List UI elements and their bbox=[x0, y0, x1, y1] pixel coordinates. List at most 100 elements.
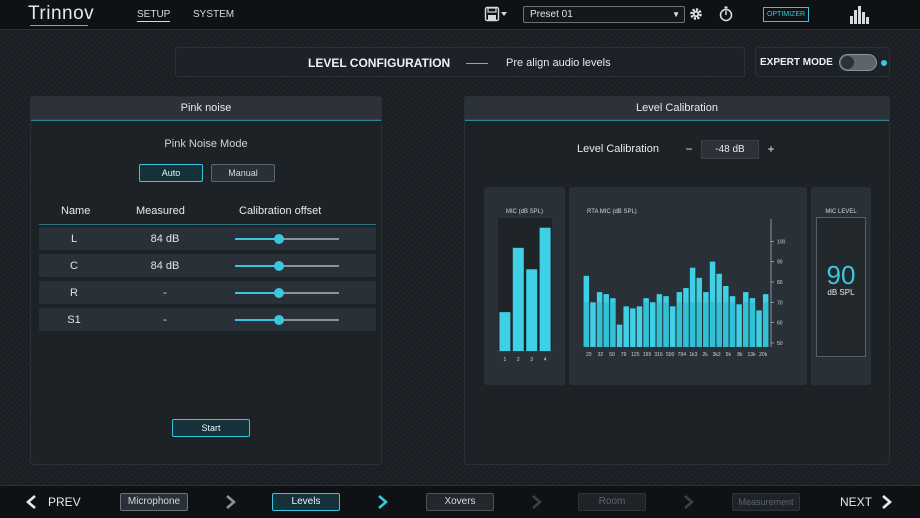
rta-bar-base bbox=[656, 302, 663, 347]
trinnov-logo: Trinnov bbox=[28, 3, 95, 24]
preset-value: Preset 01 bbox=[530, 9, 573, 20]
increase-button[interactable]: + bbox=[763, 141, 779, 159]
chevron-left-icon[interactable] bbox=[24, 494, 40, 510]
rta-x-tick-label: 79 bbox=[621, 352, 627, 358]
measured-value: - bbox=[163, 287, 167, 299]
mic-level-title: MIC LEVEL bbox=[825, 209, 857, 215]
rta-x-tick-label: 500 bbox=[666, 352, 675, 358]
mic-chart-title: MIC (dB SPL) bbox=[505, 209, 543, 215]
step-levels[interactable]: Levels bbox=[272, 493, 340, 511]
stopwatch-icon[interactable] bbox=[718, 6, 734, 22]
optimizer-button[interactable]: OPTIMIZER bbox=[763, 7, 809, 22]
pink-noise-title: Pink noise bbox=[31, 97, 381, 120]
rta-y-tick-label: 70 bbox=[777, 300, 783, 306]
rta-x-tick-label: 13k bbox=[748, 352, 757, 358]
expert-mode-toggle[interactable] bbox=[839, 54, 877, 71]
channel-name: R bbox=[70, 287, 78, 299]
save-dropdown-icon[interactable] bbox=[501, 12, 507, 17]
mic-bar bbox=[539, 227, 551, 351]
top-bar: Trinnov SETUP SYSTEM Preset 01 ▼ OPTIMIZ… bbox=[0, 0, 920, 30]
mic-tick-label: 2 bbox=[517, 357, 520, 363]
mic-level-value: 90 bbox=[826, 260, 856, 290]
expert-mode-indicator bbox=[881, 60, 887, 66]
bottom-bar: PREV Microphone Levels Xovers Room Measu… bbox=[0, 485, 920, 518]
rta-x-tick-label: 3k2 bbox=[713, 352, 721, 358]
rta-bar bbox=[630, 308, 636, 347]
rta-y-tick-label: 60 bbox=[777, 321, 783, 327]
slider-thumb[interactable] bbox=[273, 234, 284, 244]
preset-select[interactable]: Preset 01 ▼ bbox=[523, 6, 685, 23]
prev-button[interactable]: PREV bbox=[48, 495, 81, 509]
rta-bar bbox=[756, 310, 762, 347]
rta-bar-base bbox=[696, 302, 702, 347]
level-calibration-title: Level Calibration bbox=[465, 97, 889, 120]
calibration-offset-slider[interactable] bbox=[235, 315, 339, 325]
column-header-name: Name bbox=[61, 205, 91, 217]
rta-bar-base bbox=[596, 302, 603, 347]
calibration-offset-slider[interactable] bbox=[235, 234, 339, 244]
rta-bar bbox=[650, 302, 656, 347]
nav-system[interactable]: SYSTEM bbox=[193, 9, 234, 20]
slider-thumb[interactable] bbox=[273, 315, 284, 325]
rta-bar-base bbox=[663, 302, 669, 347]
rta-bar-base bbox=[762, 302, 769, 347]
calibration-value-field[interactable]: -48 dB bbox=[701, 140, 759, 159]
rta-bar bbox=[736, 304, 742, 347]
rta-x-tick-label: 125 bbox=[631, 352, 640, 358]
level-configuration-bar: LEVEL CONFIGURATION Pre align audio leve… bbox=[175, 47, 745, 77]
chevron-right-icon bbox=[684, 495, 694, 509]
rta-bar-base bbox=[703, 302, 709, 347]
rta-bar-base bbox=[643, 302, 649, 347]
chevron-right-icon bbox=[226, 495, 236, 509]
bar-meter-icon[interactable] bbox=[849, 5, 869, 24]
panel-head-accent bbox=[465, 120, 889, 121]
column-header-offset: Calibration offset bbox=[239, 205, 322, 217]
rta-x-tick-label: 32 bbox=[598, 352, 604, 358]
gear-icon[interactable] bbox=[688, 6, 704, 22]
calibration-offset-slider[interactable] bbox=[235, 288, 339, 298]
chevron-right-icon bbox=[378, 495, 388, 509]
title-separator bbox=[466, 63, 488, 64]
rta-bar-base bbox=[743, 302, 749, 347]
decrease-button[interactable]: − bbox=[681, 141, 697, 159]
slider-thumb[interactable] bbox=[273, 261, 284, 271]
rta-y-tick-label: 50 bbox=[777, 341, 783, 347]
calibration-offset-slider[interactable] bbox=[235, 261, 339, 271]
step-room: Room bbox=[578, 493, 646, 511]
rta-x-tick-label: 20 bbox=[586, 352, 592, 358]
mic-level-panel: MIC LEVEL 90 dB SPL bbox=[811, 187, 871, 385]
measured-value: 84 dB bbox=[150, 260, 180, 272]
logo-underline bbox=[30, 25, 88, 26]
rta-bar-base bbox=[723, 302, 729, 347]
mic-tick-label: 1 bbox=[504, 357, 507, 363]
rta-bar-base bbox=[583, 302, 590, 347]
rta-bar bbox=[616, 324, 623, 347]
channel-name: S1 bbox=[67, 314, 81, 326]
channel-name: C bbox=[70, 260, 78, 272]
column-header-measured: Measured bbox=[136, 205, 185, 217]
rta-y-tick-label: 100 bbox=[777, 239, 786, 245]
step-microphone[interactable]: Microphone bbox=[120, 493, 188, 511]
mic-bar bbox=[526, 269, 538, 351]
mic-level-display: 90 dB SPL bbox=[816, 217, 866, 357]
chevron-right-icon[interactable] bbox=[878, 494, 894, 510]
toggle-knob bbox=[841, 56, 854, 69]
rta-bar-base bbox=[729, 302, 736, 347]
rta-bar-base bbox=[716, 302, 722, 347]
mic-tick-label: 4 bbox=[544, 357, 547, 363]
nav-setup[interactable]: SETUP bbox=[137, 9, 171, 22]
save-icon[interactable] bbox=[484, 6, 500, 22]
mic-bar-chart: 1 2 3 4 bbox=[497, 217, 553, 363]
rta-x-tick-label: 2k bbox=[702, 352, 708, 358]
rta-bar bbox=[590, 302, 596, 347]
table-row: C 84 dB bbox=[39, 254, 376, 277]
table-row: L 84 dB bbox=[39, 227, 376, 250]
start-button[interactable]: Start bbox=[172, 419, 250, 437]
next-button[interactable]: NEXT bbox=[840, 495, 872, 509]
auto-button[interactable]: Auto bbox=[139, 164, 203, 182]
slider-thumb[interactable] bbox=[273, 288, 284, 298]
rta-bar-base bbox=[610, 302, 616, 347]
step-xovers[interactable]: Xovers bbox=[426, 493, 494, 511]
manual-button[interactable]: Manual bbox=[211, 164, 275, 182]
mic-tick-label: 3 bbox=[530, 357, 533, 363]
